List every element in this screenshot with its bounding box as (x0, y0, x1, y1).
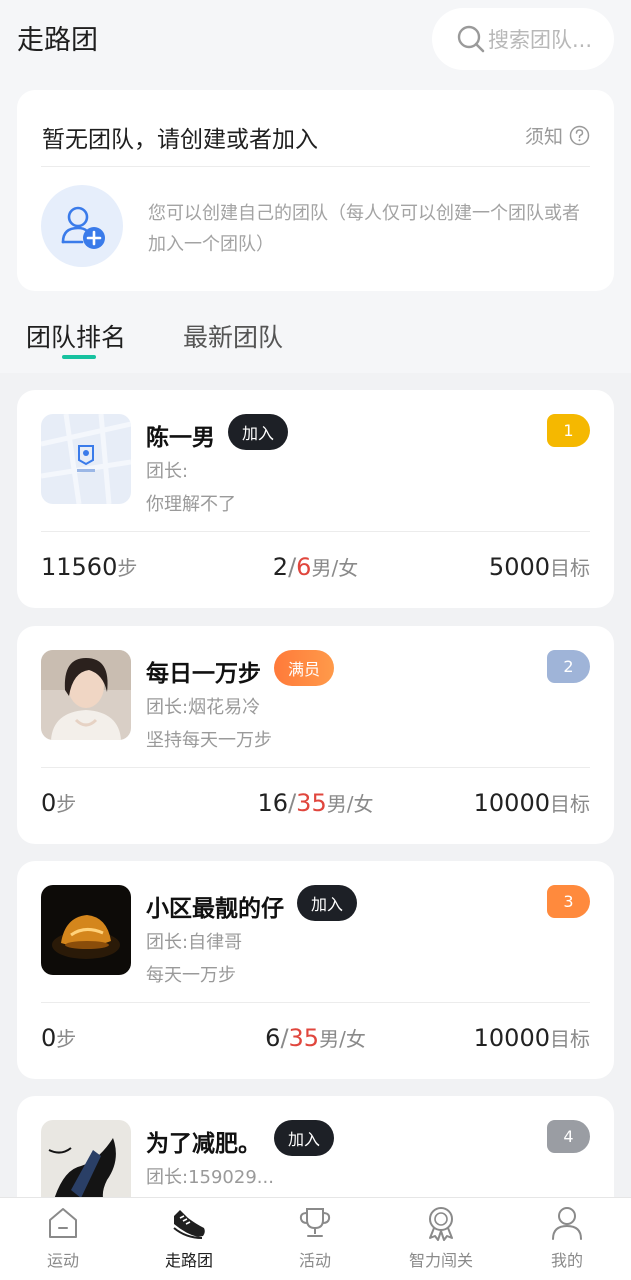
home-icon (49, 1208, 77, 1238)
rank-badge: 3 (547, 885, 590, 918)
team-leader: 团长: (146, 461, 189, 482)
nav-label: 运动 (46, 1251, 79, 1270)
no-team-description: 您可以创建自己的团队（每人仅可以创建一个团队或者加入一个团队） (148, 203, 580, 255)
team-thumbnail (41, 650, 131, 740)
team-name: 小区最靓的仔 (146, 896, 284, 922)
team-card[interactable]: 小区最靓的仔 加入 团长:自律哥 每天一万步 3 0步 6/35男/女 1000… (17, 861, 614, 1079)
tab-latest-teams[interactable]: 最新团队 (183, 318, 283, 354)
user-icon (552, 1207, 582, 1240)
team-leader: 团长:烟花易冷 (146, 697, 261, 718)
join-button[interactable]: 加入 (297, 885, 358, 921)
team-card[interactable]: 每日一万步 满员 团长:烟花易冷 坚持每天一万步 2 0步 16/35男/女 1… (17, 626, 614, 844)
team-leader: 团长:159029... (146, 1167, 274, 1188)
team-target: 10000目标 (473, 789, 590, 817)
nav-item-activity[interactable]: 活动 (252, 1198, 378, 1280)
search-placeholder: 搜索团队... (488, 28, 593, 52)
team-stats: 0步 6/35男/女 10000目标 (41, 1023, 590, 1057)
nav-item-mine[interactable]: 我的 (504, 1198, 630, 1280)
team-thumbnail (41, 414, 131, 504)
team-stats: 11560步 2/6男/女 5000目标 (41, 552, 590, 586)
question-icon (569, 125, 590, 146)
team-name: 每日一万步 (146, 661, 261, 687)
nav-label: 活动 (298, 1251, 331, 1270)
team-members: 16/35男/女 (257, 789, 374, 817)
nav-item-sport[interactable]: 运动 (0, 1198, 126, 1280)
team-name: 陈一男 (146, 425, 215, 451)
no-team-title: 暂无团队，请创建或者加入 (42, 127, 318, 153)
team-target: 10000目标 (473, 1024, 590, 1052)
rank-badge: 2 (547, 650, 590, 683)
team-motto: 你理解不了 (146, 494, 236, 515)
team-card[interactable]: 为了减肥。 加入 团长:159029... 4 (17, 1096, 614, 1197)
search-box[interactable]: 搜索团队... (432, 8, 614, 70)
divider (41, 1002, 590, 1003)
bottom-nav: 运动 走路团 活动 智力闯关 我的 (0, 1197, 631, 1280)
team-thumbnail (41, 1120, 131, 1197)
join-button[interactable]: 加入 (228, 414, 289, 450)
active-tab-indicator (62, 355, 96, 359)
nav-item-brain-challenge[interactable]: 智力闯关 (378, 1198, 504, 1280)
team-stats: 0步 16/35男/女 10000目标 (41, 788, 590, 822)
sneaker-icon (173, 1210, 205, 1239)
team-steps: 11560步 (41, 553, 138, 581)
page-title: 走路团 (17, 25, 98, 56)
trophy-icon (299, 1208, 331, 1237)
nav-label: 智力闯关 (408, 1251, 473, 1270)
help-label: 须知 (524, 126, 563, 148)
team-motto: 每天一万步 (146, 965, 236, 986)
team-members: 2/6男/女 (272, 553, 359, 581)
tab-team-ranking[interactable]: 团队排名 (26, 318, 126, 354)
team-motto: 坚持每天一万步 (146, 730, 272, 751)
full-badge: 满员 (274, 650, 335, 686)
nav-label: 我的 (550, 1251, 583, 1270)
team-name: 为了减肥。 (146, 1131, 261, 1157)
medal-icon (429, 1207, 453, 1241)
divider (41, 166, 590, 167)
add-user-icon (61, 206, 105, 249)
help-link[interactable]: 须知 (525, 122, 590, 149)
team-card[interactable]: 陈一男 加入 团长: 你理解不了 1 11560步 2/6男/女 5000目标 (17, 390, 614, 608)
team-steps: 0步 (41, 789, 77, 817)
top-bar: 走路团 搜索团队... (0, 0, 631, 80)
no-team-card: 暂无团队，请创建或者加入 须知 您可以创建自己的团队（每人仅可以创建一个团队或者… (17, 90, 614, 291)
team-thumbnail (41, 885, 131, 975)
create-team-button[interactable] (41, 185, 123, 267)
rank-badge: 4 (547, 1120, 590, 1153)
divider (41, 767, 590, 768)
nav-label: 走路团 (164, 1251, 213, 1270)
tab-bar: 团队排名 最新团队 (0, 300, 631, 373)
rank-badge: 1 (547, 414, 590, 447)
search-icon (457, 25, 485, 53)
divider (41, 531, 590, 532)
team-steps: 0步 (41, 1024, 77, 1052)
team-leader: 团长:自律哥 (146, 932, 243, 953)
team-target: 5000目标 (488, 553, 590, 581)
team-members: 6/35男/女 (265, 1024, 366, 1052)
nav-item-walking-team[interactable]: 走路团 (126, 1198, 252, 1280)
join-button[interactable]: 加入 (274, 1120, 335, 1156)
